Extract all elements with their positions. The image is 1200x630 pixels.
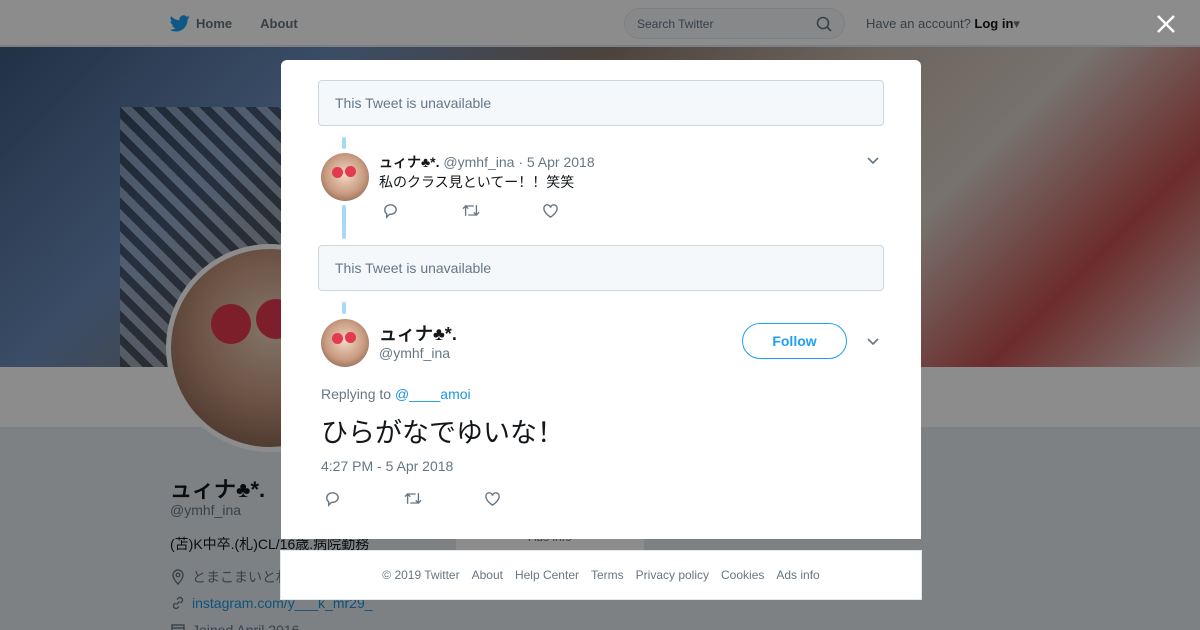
tweet2-timestamp[interactable]: 4:27 PM - 5 Apr 2018: [321, 458, 453, 474]
thread-line: [342, 302, 346, 314]
footer-link-terms[interactable]: Terms: [591, 568, 624, 582]
tweet1-separator: ·: [518, 154, 524, 170]
like-icon[interactable]: [484, 490, 501, 507]
reply-button[interactable]: [324, 490, 404, 507]
follow-button[interactable]: Follow: [742, 323, 847, 359]
retweet-button[interactable]: [462, 202, 542, 219]
chevron-down-icon[interactable]: [866, 335, 880, 349]
tweet2-avatar[interactable]: [321, 319, 369, 367]
footer: © 2019 Twitter About Help Center Terms P…: [280, 550, 922, 600]
footer-link-ads-info[interactable]: Ads info: [776, 568, 819, 582]
retweet-icon[interactable]: [404, 490, 422, 507]
footer-link-help-center[interactable]: Help Center: [515, 568, 579, 582]
chevron-down-icon[interactable]: [866, 154, 880, 168]
tweet1-header: ュィナ♣*. @ymhf_ina · 5 Apr 2018: [379, 152, 595, 172]
reply-icon[interactable]: [382, 202, 399, 219]
footer-link-privacy[interactable]: Privacy policy: [636, 568, 709, 582]
close-icon[interactable]: [1155, 13, 1177, 35]
tweet2-handle[interactable]: @ymhf_ina: [379, 345, 450, 361]
tweet2-name[interactable]: ュィナ♣*.: [379, 320, 457, 346]
retweet-button[interactable]: [404, 490, 484, 507]
reply-icon[interactable]: [324, 490, 341, 507]
tweet1-name[interactable]: ュィナ♣*.: [379, 154, 440, 170]
reply-button[interactable]: [382, 202, 462, 219]
footer-link-cookies[interactable]: Cookies: [721, 568, 764, 582]
tweet1-actions: [382, 202, 622, 219]
thread-line: [342, 137, 346, 149]
footer-link-about[interactable]: About: [472, 568, 503, 582]
tweet1-date[interactable]: 5 Apr 2018: [527, 154, 595, 170]
like-button[interactable]: [484, 490, 564, 507]
unavailable-tweet-2: This Tweet is unavailable: [318, 245, 884, 291]
tweet2-actions: [324, 490, 564, 507]
footer-copyright: © 2019 Twitter: [382, 568, 460, 582]
like-icon[interactable]: [542, 202, 559, 219]
tweet1-avatar[interactable]: [321, 153, 369, 201]
like-button[interactable]: [542, 202, 622, 219]
tweet1-handle[interactable]: @ymhf_ina: [443, 154, 514, 170]
tweet1-text: 私のクラス見といてー！！笑笑: [379, 174, 575, 190]
thread-line: [342, 205, 346, 239]
unavailable-tweet-1: This Tweet is unavailable: [318, 80, 884, 126]
tweet2-text: ひらがなでゆいな！: [321, 418, 564, 448]
replying-to-link[interactable]: @____amoi: [395, 386, 471, 402]
tweet-modal: This Tweet is unavailable ュィナ♣*. @ymhf_i…: [281, 60, 921, 539]
retweet-icon[interactable]: [462, 202, 480, 219]
replying-to: Replying to @____amoi: [321, 386, 471, 402]
replying-prefix: Replying to: [321, 386, 392, 402]
